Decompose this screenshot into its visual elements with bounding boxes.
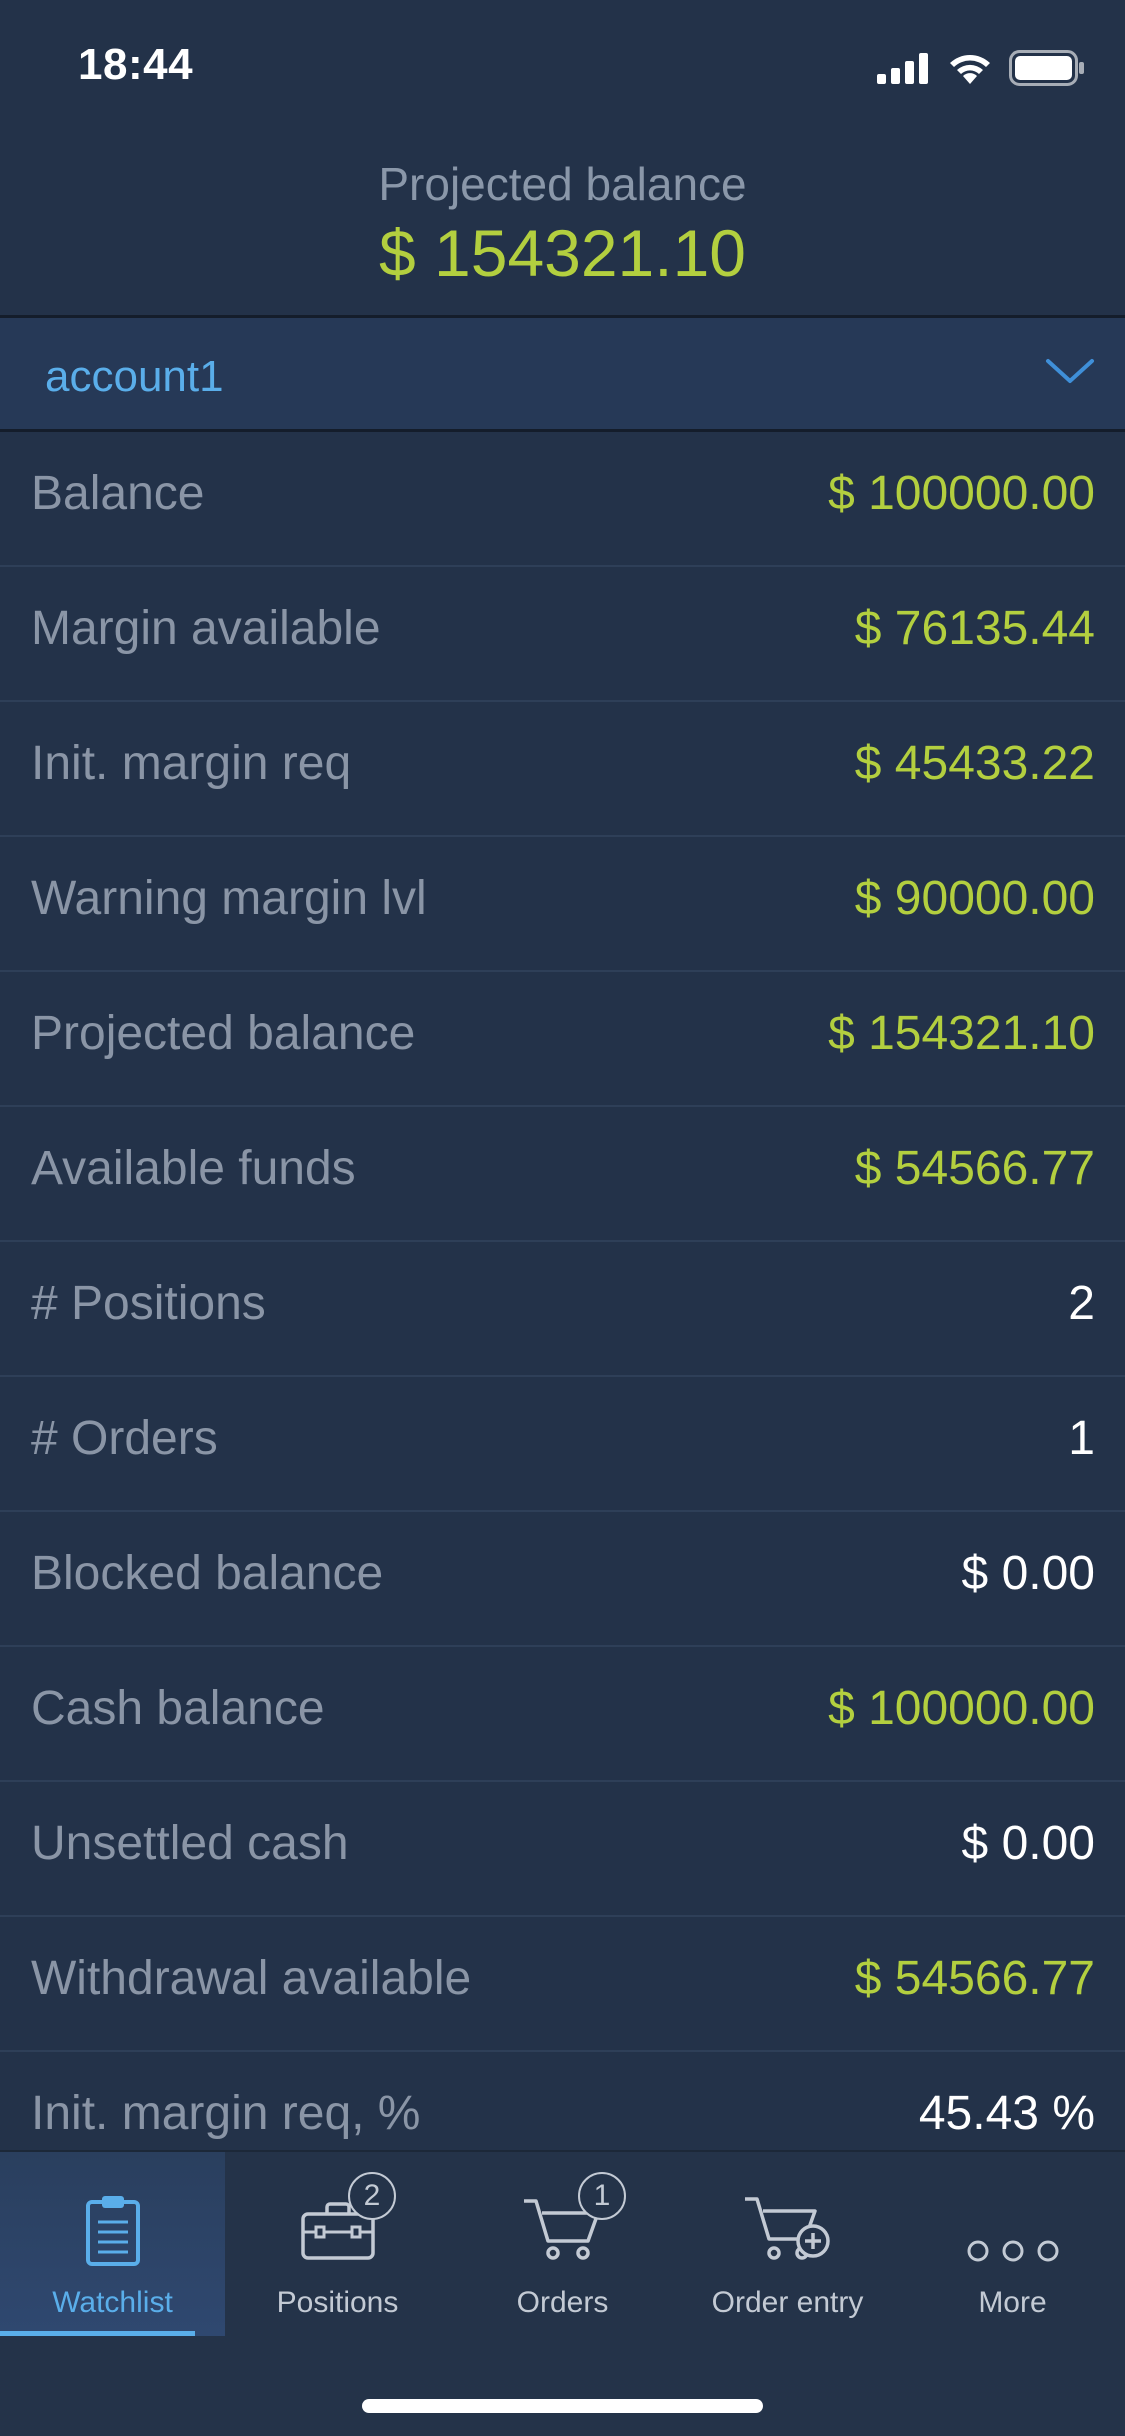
row-balance: Balance $ 100000.00	[0, 432, 1125, 567]
tab-positions[interactable]: 2 Positions	[225, 2152, 450, 2336]
more-dots-icon	[900, 2190, 1125, 2270]
tab-label: Order entry	[711, 2286, 864, 2319]
row-label: Init. margin req, %	[31, 2087, 421, 2140]
row-value: $ 100000.00	[828, 1682, 1095, 1735]
tab-watchlist[interactable]: Watchlist	[0, 2152, 225, 2336]
row-label: Unsettled cash	[31, 1817, 349, 1870]
row-value: 2	[1068, 1277, 1095, 1330]
positions-badge: 2	[348, 2172, 396, 2220]
row-margin-available: Margin available $ 76135.44	[0, 567, 1125, 702]
row-value: $ 0.00	[961, 1817, 1095, 1870]
row-value: $ 76135.44	[854, 602, 1095, 655]
cart-icon	[450, 2190, 675, 2270]
wifi-icon	[947, 51, 993, 90]
row-value: $ 54566.77	[854, 1952, 1095, 2005]
cellular-signal-icon	[877, 52, 931, 89]
row-label: Cash balance	[31, 1682, 325, 1735]
status-icons	[877, 50, 1085, 91]
home-indicator[interactable]	[362, 2399, 763, 2413]
row-label: Warning margin lvl	[31, 872, 427, 925]
row-value: 45.43 %	[918, 2087, 1095, 2140]
row-warning-margin-lvl: Warning margin lvl $ 90000.00	[0, 837, 1125, 972]
row-cash-balance: Cash balance $ 100000.00	[0, 1647, 1125, 1782]
header-value: $ 154321.10	[378, 216, 747, 290]
row-label: Margin available	[31, 602, 381, 655]
row-withdrawal-available: Withdrawal available $ 54566.77	[0, 1917, 1125, 2052]
row-value: 1	[1068, 1412, 1095, 1465]
tab-label: Positions	[276, 2286, 399, 2319]
row-init-margin-req-percent: Init. margin req, % 45.43 %	[0, 2052, 1125, 2150]
tab-more[interactable]: More	[900, 2152, 1125, 2336]
account-selector[interactable]: account1	[0, 318, 1125, 432]
tab-label: More	[978, 2286, 1047, 2319]
row-blocked-balance: Blocked balance $ 0.00	[0, 1512, 1125, 1647]
cart-plus-icon	[675, 2190, 900, 2270]
row-orders-count: # Orders 1	[0, 1377, 1125, 1512]
balance-header: Projected balance $ 154321.10	[0, 135, 1125, 315]
row-label: Balance	[31, 467, 205, 520]
briefcase-icon	[225, 2190, 450, 2270]
chevron-down-icon	[1045, 356, 1095, 391]
row-value: $ 0.00	[961, 1547, 1095, 1600]
active-tab-indicator	[0, 2331, 195, 2336]
row-projected-balance: Projected balance $ 154321.10	[0, 972, 1125, 1107]
row-value: $ 100000.00	[828, 467, 1095, 520]
row-value: $ 90000.00	[854, 872, 1095, 925]
row-label: Init. margin req	[31, 737, 352, 790]
status-bar: 18:44	[0, 0, 1125, 135]
row-positions-count: # Positions 2	[0, 1242, 1125, 1377]
row-unsettled-cash: Unsettled cash $ 0.00	[0, 1782, 1125, 1917]
row-init-margin-req: Init. margin req $ 45433.22	[0, 702, 1125, 837]
tab-label: Watchlist	[52, 2286, 173, 2319]
header-label: Projected balance	[378, 158, 747, 210]
account-name: account1	[45, 352, 224, 401]
account-details-list[interactable]: Balance $ 100000.00 Margin available $ 7…	[0, 432, 1125, 2150]
clipboard-icon	[0, 2190, 225, 2270]
row-label: # Orders	[31, 1412, 218, 1465]
row-label: Withdrawal available	[31, 1952, 472, 2005]
row-label: Projected balance	[31, 1007, 416, 1060]
row-value: $ 54566.77	[854, 1142, 1095, 1195]
battery-icon	[1009, 50, 1085, 91]
row-label: # Positions	[31, 1277, 266, 1330]
row-value: $ 45433.22	[854, 737, 1095, 790]
tab-bar: Watchlist 2 Positions 1 Orders Order ent…	[0, 2150, 1125, 2436]
tab-label: Orders	[516, 2286, 609, 2319]
status-time: 18:44	[78, 40, 194, 89]
tab-orders[interactable]: 1 Orders	[450, 2152, 675, 2336]
row-label: Blocked balance	[31, 1547, 384, 1600]
row-label: Available funds	[31, 1142, 356, 1195]
orders-badge: 1	[578, 2172, 626, 2220]
tab-order-entry[interactable]: Order entry	[675, 2152, 900, 2336]
row-value: $ 154321.10	[828, 1007, 1095, 1060]
row-available-funds: Available funds $ 54566.77	[0, 1107, 1125, 1242]
